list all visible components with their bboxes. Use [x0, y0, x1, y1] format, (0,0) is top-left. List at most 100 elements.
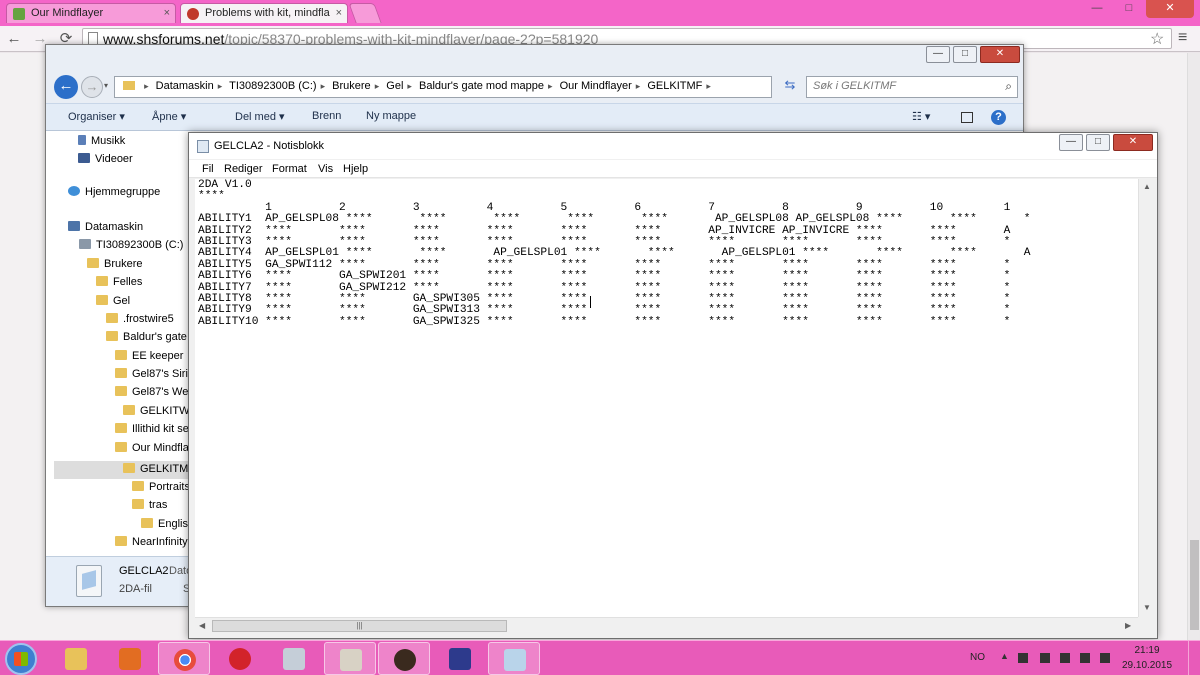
tray-expand-icon[interactable]: ▲	[1000, 651, 1010, 661]
minimize-button[interactable]: —	[926, 46, 950, 63]
help-button[interactable]: ?	[991, 110, 1006, 125]
tab-close-icon[interactable]: ×	[336, 7, 342, 19]
tab-close-icon[interactable]: ×	[164, 7, 170, 19]
clock-date[interactable]: 29.10.2015	[1122, 660, 1172, 671]
scroll-right-icon[interactable]: ▶	[1125, 621, 1131, 630]
breadcrumb[interactable]: ▸ Datamaskin ▸ TI30892300B (C:) ▸ Brukere ▸…	[114, 76, 772, 98]
scroll-up-icon[interactable]: ▲	[1143, 182, 1151, 191]
volume-icon[interactable]	[1100, 653, 1110, 663]
clock-time[interactable]: 21:19	[1122, 645, 1172, 656]
preview-pane-icon[interactable]	[961, 112, 973, 123]
browser-tab-problems-with-kit[interactable]: Problems with kit, mindfla ×	[180, 3, 348, 23]
tree-item-datamaskin[interactable]: Datamaskin	[68, 221, 143, 233]
breadcrumb-baldurs-gate[interactable]: Baldur's gate mod mappe	[419, 80, 544, 92]
breadcrumb-datamaskin[interactable]: Datamaskin	[156, 80, 214, 92]
chrome-menu-icon[interactable]: ≡	[1178, 29, 1187, 47]
minimize-button[interactable]: —	[1059, 134, 1083, 151]
flag-icon[interactable]	[1040, 653, 1050, 663]
taskbar-baldurs-gate[interactable]	[434, 642, 486, 675]
taskbar-notepad[interactable]	[488, 642, 540, 675]
forward-arrow-icon[interactable]: →	[81, 76, 103, 98]
maximize-button[interactable]: □	[1086, 134, 1110, 151]
tree-item-our-mindflayer[interactable]: Our Mindflaye	[115, 442, 191, 454]
horizontal-scroll-thumb[interactable]: |||	[212, 620, 507, 632]
maximize-button[interactable]: □	[1114, 0, 1144, 18]
editor-content[interactable]: 2DA V1.0 **** 1 2 3 4 5 6 7 8 9 10 1 ABI…	[198, 179, 1031, 328]
browser-tab-our-mindflayer[interactable]: Our Mindflayer ×	[6, 3, 176, 23]
tree-item-werewolf[interactable]: Gel87's Werew	[115, 386, 191, 398]
organiser-button[interactable]: Organiser ▾	[68, 110, 125, 123]
tree-item-videoer[interactable]: Videoer	[78, 153, 133, 165]
text-editor[interactable]: 2DA V1.0 **** 1 2 3 4 5 6 7 8 9 10 1 ABI…	[195, 179, 1138, 617]
taskbar-tool[interactable]	[324, 642, 376, 675]
tree-item-illithid[interactable]: Illithid kit set	[115, 423, 191, 435]
language-indicator[interactable]: NO	[970, 652, 985, 663]
back-arrow-icon[interactable]: ←	[54, 75, 78, 99]
close-button[interactable]: ✕	[1113, 134, 1153, 151]
scroll-down-icon[interactable]: ▼	[1143, 603, 1151, 612]
taskbar-explorer[interactable]	[50, 642, 102, 675]
tab-label: Problems with kit, mindfla	[205, 7, 330, 19]
page-scrollbar[interactable]	[1187, 53, 1200, 640]
tree-item-nearinfinity[interactable]: NearInfinity-	[115, 536, 191, 548]
breadcrumb-gelkitmf[interactable]: GELKITMF	[647, 80, 702, 92]
burn-button[interactable]: Brenn	[312, 110, 341, 122]
maximize-button[interactable]: □	[953, 46, 977, 63]
tree-item-gelkitmf[interactable]: GELKITMF	[123, 463, 191, 475]
new-tab-button[interactable]	[348, 3, 382, 23]
search-input[interactable]: Søk i GELKITMF ⌕	[806, 76, 1018, 98]
windows-tray-icon[interactable]	[1018, 653, 1028, 663]
page-scrollbar-thumb[interactable]	[1190, 540, 1199, 630]
menu-view[interactable]: Vis	[318, 163, 333, 175]
taskbar-chrome[interactable]	[158, 642, 210, 675]
tree-item-baldurs-gate[interactable]: Baldur's gate m	[106, 331, 191, 343]
tree-item-hjemmegruppe[interactable]: Hjemmegruppe	[68, 186, 160, 198]
scroll-left-icon[interactable]: ◀	[199, 621, 205, 630]
tree-item-drive-c[interactable]: TI30892300B (C:)	[79, 239, 183, 251]
tree-item-english[interactable]: English	[141, 518, 191, 530]
vertical-scrollbar[interactable]: ▲ ▼	[1138, 179, 1155, 617]
close-button[interactable]: ✕	[980, 46, 1020, 63]
breadcrumb-our-mindflayer[interactable]: Our Mindflayer	[560, 80, 632, 92]
tree-item-gel[interactable]: Gel	[96, 295, 130, 307]
tree-item-felles[interactable]: Felles	[96, 276, 142, 288]
tree-item-brukere[interactable]: Brukere	[87, 258, 143, 270]
menu-file[interactable]: Fil	[202, 163, 214, 175]
network-icon[interactable]	[1080, 653, 1090, 663]
show-desktop-button[interactable]	[1188, 641, 1200, 675]
open-button[interactable]: Åpne ▾	[152, 110, 186, 123]
menu-edit[interactable]: Rediger	[224, 163, 263, 175]
minimize-button[interactable]: —	[1082, 0, 1112, 18]
tree-item-ee-keeper[interactable]: EE keeper	[115, 350, 183, 362]
start-button[interactable]	[5, 643, 37, 675]
tree-item-sirine[interactable]: Gel87's Sirine	[115, 368, 191, 380]
notepad-icon	[197, 140, 209, 153]
refresh-icon[interactable]: ⇆	[778, 77, 802, 97]
view-options-button[interactable]: ☷ ▾	[912, 110, 930, 123]
bookmark-star-icon[interactable]: ☆	[1150, 29, 1164, 49]
breadcrumb-drive[interactable]: TI30892300B (C:)	[229, 80, 316, 92]
tree-item-portraits[interactable]: Portraits	[132, 481, 190, 493]
breadcrumb-brukere[interactable]: Brukere	[332, 80, 371, 92]
share-button[interactable]: Del med ▾	[235, 110, 285, 123]
close-button[interactable]: ✕	[1146, 0, 1194, 18]
tree-item-tras[interactable]: tras	[132, 499, 167, 511]
taskbar-media-player[interactable]	[104, 642, 156, 675]
tree-item-frostwire5[interactable]: .frostwire5	[106, 313, 174, 325]
taskbar-game[interactable]	[378, 642, 430, 675]
menu-help[interactable]: Hjelp	[343, 163, 368, 175]
horizontal-scrollbar[interactable]: ◀ ||| ▶	[195, 617, 1138, 634]
menu-format[interactable]: Format	[272, 163, 307, 175]
tree-item-gelkitww[interactable]: GELKITWW	[123, 405, 191, 417]
history-dropdown-icon[interactable]: ▾	[104, 81, 108, 90]
chrome-icon	[174, 649, 196, 671]
back-arrow-icon[interactable]: ←	[4, 29, 24, 49]
taskbar-opera[interactable]	[214, 642, 266, 675]
breadcrumb-gel[interactable]: Gel	[386, 80, 403, 92]
new-folder-button[interactable]: Ny mappe	[366, 110, 416, 122]
search-icon[interactable]: ⌕	[1005, 79, 1012, 94]
taskbar-calculator[interactable]	[268, 642, 320, 675]
tree-item-label: .frostwire5	[123, 313, 174, 325]
display-icon[interactable]	[1060, 653, 1070, 663]
tree-item-musikk[interactable]: Musikk	[78, 135, 125, 147]
